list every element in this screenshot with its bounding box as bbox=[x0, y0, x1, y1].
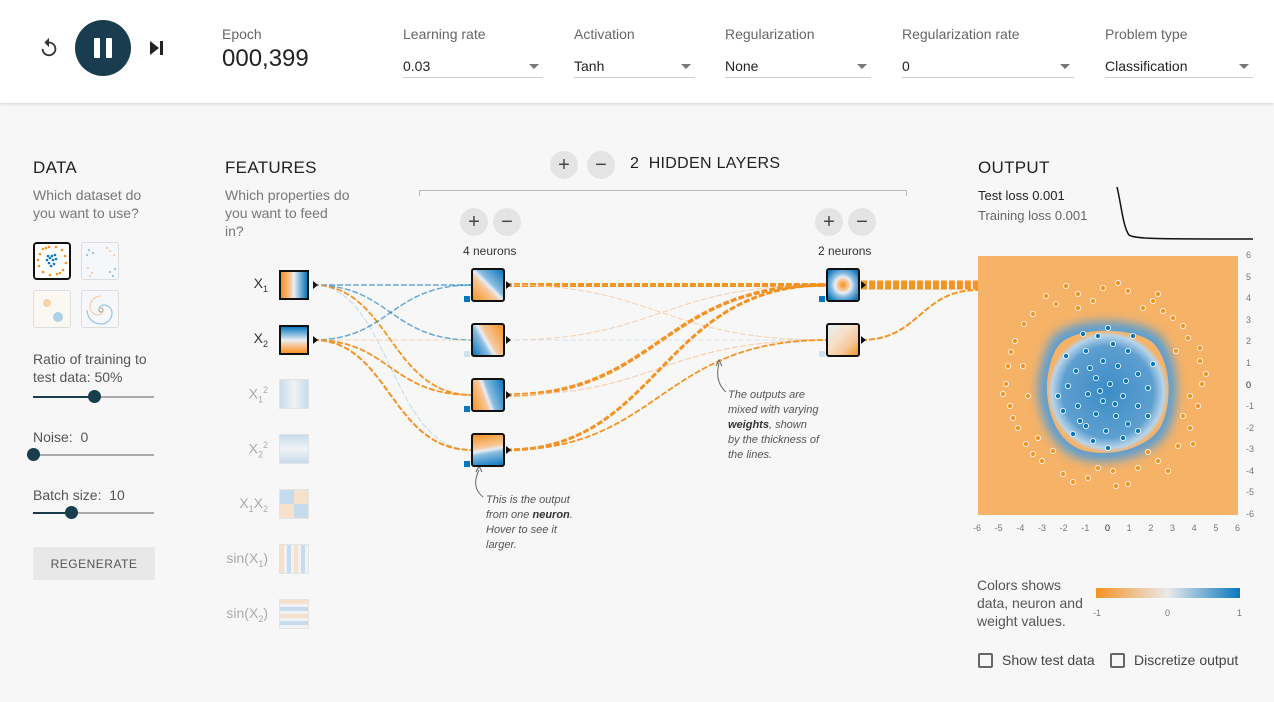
color-legend-bar bbox=[1096, 588, 1240, 598]
neuron-note: This is the output from one neuron. Hove… bbox=[486, 494, 573, 551]
link bbox=[312, 339, 473, 451]
neuron-layer2-1[interactable] bbox=[826, 268, 860, 302]
x-tick-label: 4 bbox=[1191, 523, 1197, 533]
x-tick-label: 2 bbox=[1148, 523, 1154, 533]
link bbox=[312, 284, 473, 396]
note-arrow bbox=[717, 362, 727, 393]
x-tick-label: -6 bbox=[973, 523, 982, 533]
y-tick-label: -1 bbox=[1246, 401, 1255, 412]
output-heatmap[interactable] bbox=[978, 256, 1238, 515]
y-tick-label: 1 bbox=[1246, 357, 1252, 368]
legend-tick-max: 1 bbox=[1237, 608, 1243, 618]
link bbox=[505, 339, 828, 396]
x-tick-label: -3 bbox=[1038, 523, 1047, 533]
link bbox=[860, 289, 979, 341]
weights-note: The outputs are mixed with varying weigh… bbox=[728, 389, 820, 461]
legend-tick-min: -1 bbox=[1093, 608, 1102, 618]
bias-layer2-2[interactable] bbox=[819, 351, 825, 357]
note-arrow bbox=[475, 469, 484, 498]
y-tick-label: 4 bbox=[1246, 293, 1252, 304]
x-tick-label: 6 bbox=[1235, 523, 1241, 533]
output-title: OUTPUT bbox=[978, 158, 1050, 177]
discretize-output-checkbox[interactable]: Discretize output bbox=[1110, 652, 1238, 668]
x-tick-label: 0 bbox=[1105, 523, 1111, 533]
link bbox=[505, 284, 828, 341]
y-tick-label: -5 bbox=[1246, 487, 1255, 498]
neuron-layer1-4[interactable] bbox=[471, 433, 505, 467]
y-tick-label: 3 bbox=[1246, 314, 1252, 325]
training-loss: Training loss 0.001 bbox=[978, 208, 1088, 223]
x-tick-label: 3 bbox=[1170, 523, 1176, 533]
show-test-data-checkbox[interactable]: Show test data bbox=[978, 652, 1095, 668]
x-tick-label: 1 bbox=[1126, 523, 1132, 533]
link bbox=[312, 284, 473, 341]
link bbox=[312, 284, 473, 341]
x-tick-label: -2 bbox=[1059, 523, 1068, 533]
y-tick-label: 0 bbox=[1246, 379, 1252, 390]
neuron-layer1-1[interactable] bbox=[471, 268, 505, 302]
test-loss: Test loss 0.001 bbox=[978, 188, 1065, 203]
loss-curve bbox=[1116, 186, 1254, 240]
bias-layer1-4[interactable] bbox=[464, 461, 470, 467]
y-tick-label: -6 bbox=[1246, 509, 1255, 519]
y-tick-label: 2 bbox=[1246, 336, 1252, 347]
color-legend-text: Colors shows data, neuron and weight val… bbox=[977, 577, 1083, 629]
neuron-layer1-3[interactable] bbox=[471, 378, 505, 412]
y-tick-label: 5 bbox=[1246, 271, 1252, 282]
link bbox=[312, 284, 473, 451]
x-tick-label: -5 bbox=[994, 523, 1003, 533]
y-tick-label: -4 bbox=[1246, 465, 1255, 476]
y-tick-label: -2 bbox=[1246, 422, 1255, 433]
x-tick-label: -4 bbox=[1016, 523, 1025, 533]
link bbox=[505, 284, 828, 341]
legend-tick-zero: 0 bbox=[1165, 608, 1171, 618]
bias-layer1-1[interactable] bbox=[464, 296, 470, 302]
y-tick-label: 6 bbox=[1246, 250, 1252, 260]
bias-layer1-3[interactable] bbox=[464, 406, 470, 412]
neuron-layer2-2[interactable] bbox=[826, 323, 860, 357]
x-tick-label: 5 bbox=[1213, 523, 1219, 533]
neuron-layer1-2[interactable] bbox=[471, 323, 505, 357]
x-tick-label: -1 bbox=[1081, 523, 1090, 533]
bias-layer2-1[interactable] bbox=[819, 296, 825, 302]
y-tick-label: -3 bbox=[1246, 444, 1255, 455]
bias-layer1-2[interactable] bbox=[464, 351, 470, 357]
link bbox=[312, 339, 473, 396]
